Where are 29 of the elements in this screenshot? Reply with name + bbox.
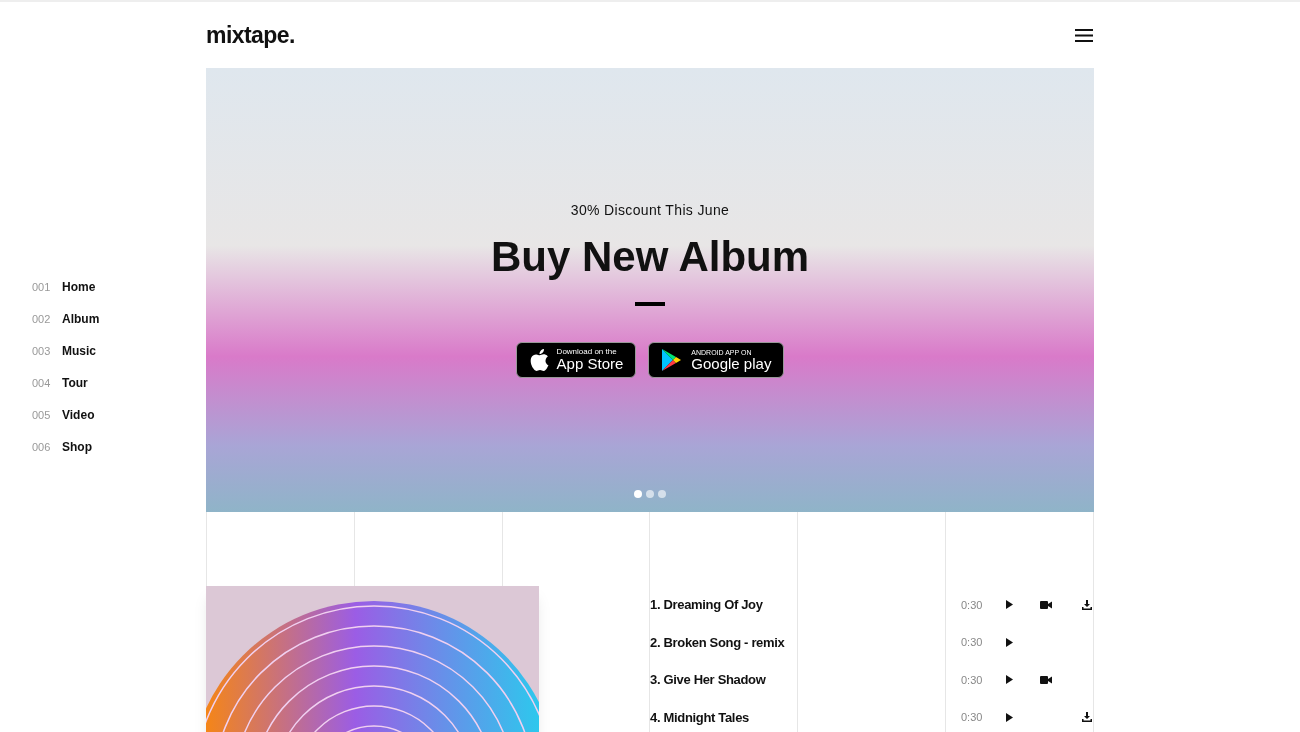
track-duration: 0:30 [961,597,984,613]
play-icon[interactable] [1006,600,1013,610]
play-icon[interactable] [1006,637,1013,647]
download-icon[interactable] [1082,712,1092,723]
hero-title: Buy New Album [490,232,810,282]
track-duration: 0:30 [961,635,984,650]
nav-item[interactable]: 004 Tour [32,374,100,392]
logo[interactable]: mixtape. [206,17,295,53]
title-underline [635,301,665,306]
play-icon[interactable] [1006,712,1013,722]
track-duration: 0:30 [961,672,984,688]
nav-item[interactable]: 001 Home [32,278,100,296]
nav-item[interactable]: 003 Music [32,342,100,360]
store-badge[interactable]: Download on the App Store [515,341,637,378]
track-title[interactable]: 4. Midnight Tales [650,707,946,727]
play-icon[interactable] [1006,675,1013,685]
track-title[interactable]: 3. Give Her Shadow [650,670,946,690]
menu-icon[interactable] [1075,28,1093,42]
apple-logo-icon [528,347,549,372]
hero-kicker: 30% Discount This June [570,201,730,220]
video-camera-icon[interactable] [1040,600,1052,609]
nav-item[interactable]: 005 Video [32,406,100,424]
track-duration: 0:30 [961,710,984,725]
video-camera-icon[interactable] [1040,675,1052,684]
track-title[interactable]: 1. Dreaming Of Joy [650,595,946,615]
nav-item[interactable]: 002 Album [32,310,100,328]
track-title[interactable]: 2. Broken Song - remix [650,632,946,652]
nav-item[interactable]: 006 Shop [32,438,100,456]
download-icon[interactable] [1082,599,1092,610]
